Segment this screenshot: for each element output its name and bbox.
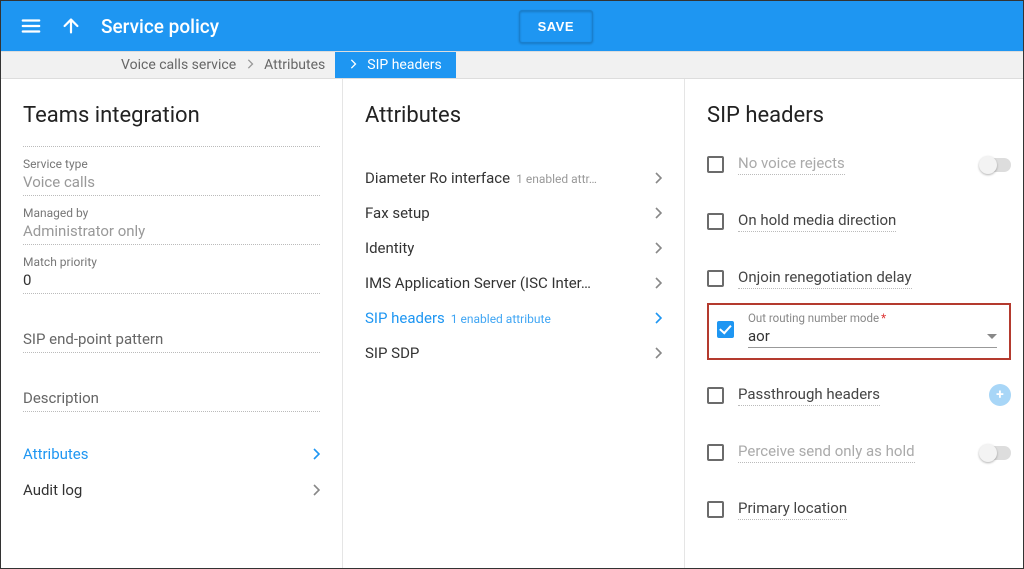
breadcrumb-label: Voice calls service: [121, 57, 236, 73]
opt-primary-location: Primary location: [707, 491, 1011, 524]
checkbox[interactable]: [707, 213, 724, 230]
chevron-right-icon: [654, 207, 662, 219]
opt-label: No voice rejects: [738, 154, 845, 175]
attr-sip-sdp[interactable]: SIP SDP: [365, 335, 662, 370]
opt-onjoin-renegotiation: Onjoin renegotiation delay: [707, 260, 1011, 293]
attr-label: Diameter Ro interface: [365, 169, 510, 187]
opt-on-hold-media: On hold media direction: [707, 203, 1011, 236]
left-panel: Teams integration Service type Voice cal…: [1, 79, 343, 568]
chevron-right-icon: [349, 57, 357, 73]
endpoint-label: SIP end-point pattern: [23, 330, 163, 348]
opt-perceive-hold: Perceive send only as hold: [707, 434, 1011, 467]
select-value: aor: [748, 327, 770, 345]
attr-label: Fax setup: [365, 204, 430, 222]
service-type-value: Voice calls: [23, 173, 320, 191]
add-icon[interactable]: +: [989, 384, 1011, 406]
breadcrumb: Voice calls service Attributes SIP heade…: [1, 51, 1023, 79]
checkbox[interactable]: [717, 321, 734, 338]
match-priority-value: 0: [23, 271, 320, 289]
service-type-label: Service type: [23, 157, 320, 171]
page-title: Service policy: [101, 15, 219, 38]
chevron-right-icon: [654, 242, 662, 254]
left-heading: Teams integration: [23, 103, 320, 128]
save-button[interactable]: SAVE: [519, 10, 593, 43]
toggle[interactable]: [981, 158, 1011, 172]
managed-by-label: Managed by: [23, 206, 320, 220]
opt-passthrough-headers: Passthrough headers +: [707, 376, 1011, 410]
checkbox[interactable]: [707, 270, 724, 287]
attr-sublabel: 1 enabled attribute: [451, 312, 551, 326]
nav-attributes[interactable]: Attributes: [23, 436, 320, 472]
chevron-right-icon: [246, 57, 254, 73]
chevron-right-icon: [312, 484, 320, 496]
menu-icon[interactable]: [11, 6, 51, 46]
breadcrumb-voice-calls[interactable]: Voice calls service: [111, 52, 246, 78]
attr-label: IMS Application Server (ISC Inter…: [365, 274, 591, 292]
app-bar: Service policy SAVE: [1, 1, 1023, 51]
nav-label: Audit log: [23, 481, 82, 499]
out-routing-highlight: Out routing number mode* aor: [707, 303, 1011, 360]
chevron-down-icon: [987, 334, 997, 339]
attributes-heading: Attributes: [365, 103, 662, 128]
nav-label: Attributes: [23, 445, 89, 463]
attr-fax-setup[interactable]: Fax setup: [365, 195, 662, 230]
up-icon[interactable]: [51, 6, 91, 46]
nav-audit-log[interactable]: Audit log: [23, 472, 320, 508]
toggle[interactable]: [981, 446, 1011, 460]
description-label: Description: [23, 389, 99, 407]
checkbox[interactable]: [707, 387, 724, 404]
match-priority-label: Match priority: [23, 255, 320, 269]
chevron-right-icon: [312, 448, 320, 460]
checkbox[interactable]: [707, 444, 724, 461]
chevron-right-icon: [654, 347, 662, 359]
attr-ims-app-server[interactable]: IMS Application Server (ISC Inter…: [365, 265, 662, 300]
checkbox[interactable]: [707, 156, 724, 173]
chevron-right-icon: [654, 172, 662, 184]
breadcrumb-attributes[interactable]: Attributes: [254, 52, 335, 78]
attr-label: SIP SDP: [365, 344, 419, 362]
breadcrumb-label: Attributes: [264, 57, 325, 73]
chevron-right-icon: [654, 312, 662, 324]
attr-sublabel: 1 enabled attr…: [516, 172, 597, 186]
opt-label: Onjoin renegotiation delay: [738, 268, 912, 289]
opt-label: Passthrough headers: [738, 385, 880, 406]
managed-by-value: Administrator only: [23, 222, 320, 240]
attr-diameter-ro[interactable]: Diameter Ro interface 1 enabled attr…: [365, 160, 662, 195]
attr-sip-headers[interactable]: SIP headers 1 enabled attribute: [365, 300, 662, 335]
out-routing-select[interactable]: aor: [748, 325, 997, 348]
out-routing-label: Out routing number mode*: [748, 311, 997, 325]
opt-label: Primary location: [738, 499, 847, 520]
attributes-panel: Attributes Diameter Ro interface 1 enable…: [343, 79, 685, 568]
breadcrumb-label: SIP headers: [367, 57, 441, 73]
checkbox[interactable]: [707, 501, 724, 518]
opt-no-voice-rejects: No voice rejects: [707, 146, 1011, 179]
breadcrumb-sip-headers[interactable]: SIP headers: [335, 52, 455, 78]
opt-label: On hold media direction: [738, 211, 896, 232]
attr-label: Identity: [365, 239, 414, 257]
chevron-right-icon: [654, 277, 662, 289]
sip-headers-panel: SIP headers No voice rejects On hold med…: [685, 79, 1023, 568]
attr-label: SIP headers: [365, 309, 445, 327]
attr-identity[interactable]: Identity: [365, 230, 662, 265]
opt-label: Perceive send only as hold: [738, 442, 915, 463]
sip-headers-heading: SIP headers: [707, 103, 1011, 128]
